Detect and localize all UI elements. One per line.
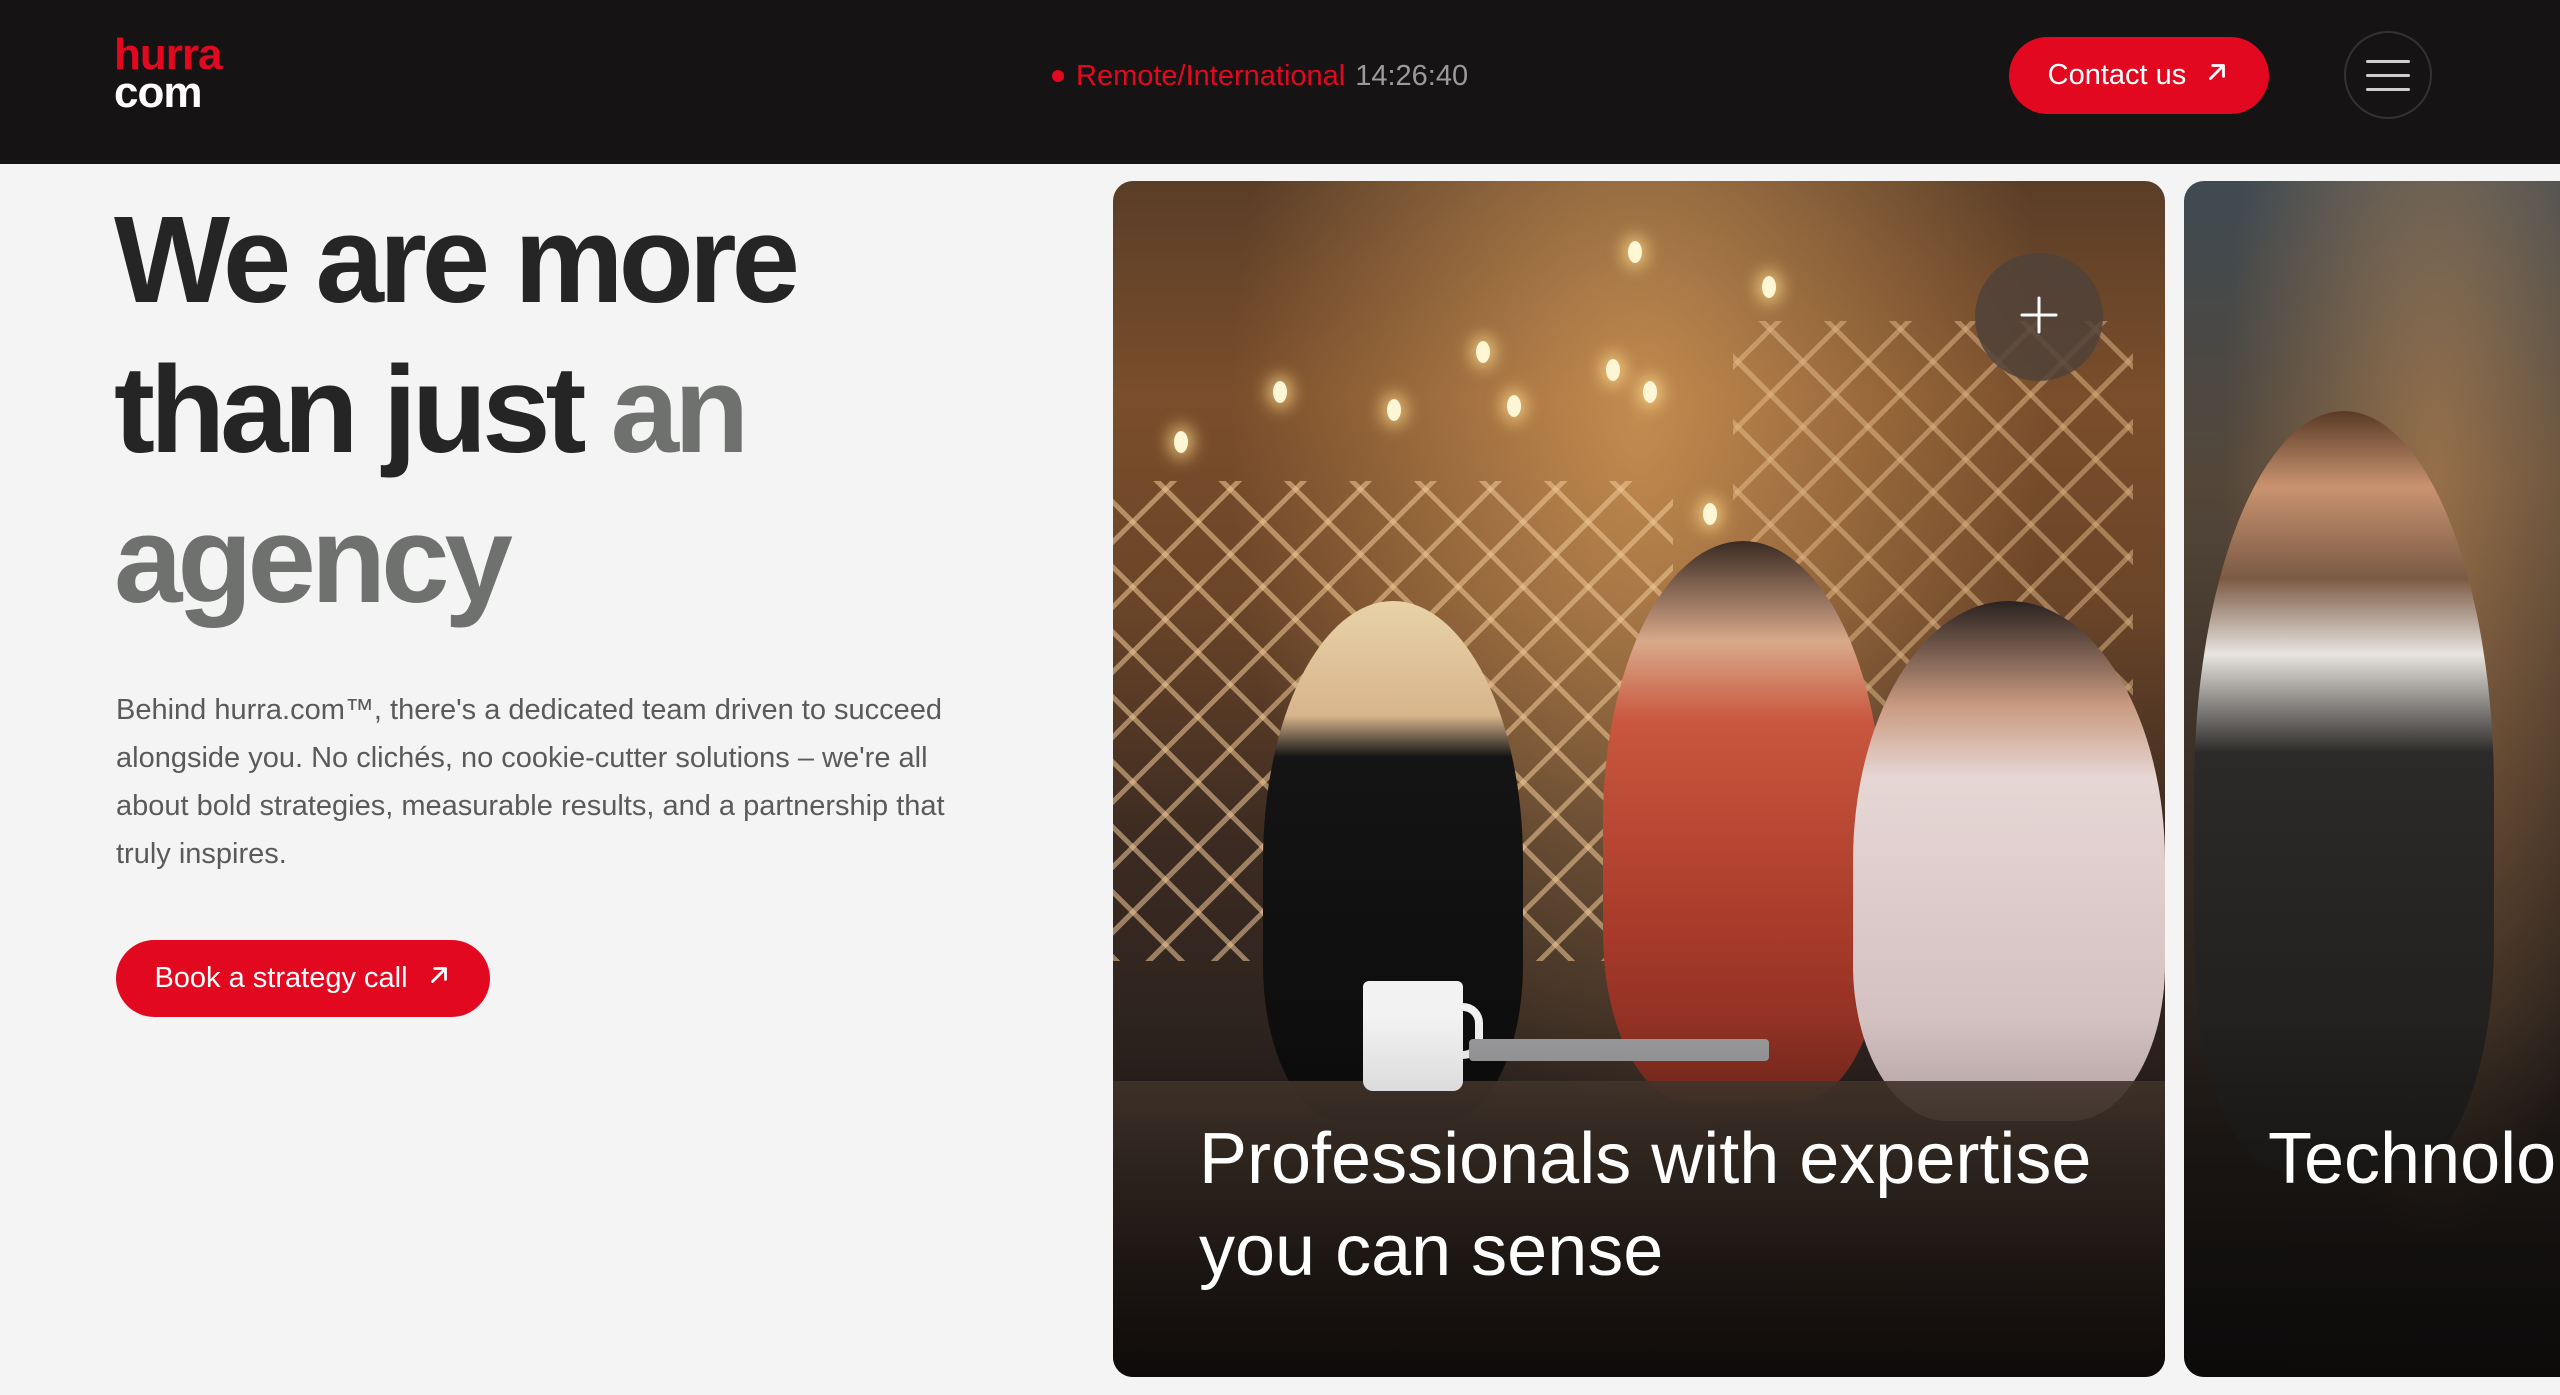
contact-us-label: Contact us xyxy=(2047,59,2187,91)
contact-us-button[interactable]: Contact us xyxy=(2009,37,2269,114)
team-card-technology[interactable]: Technolo you xyxy=(2184,181,2560,1377)
hurra-logo[interactable]: hurra com xyxy=(114,33,264,120)
status-dot-icon xyxy=(1052,70,1064,82)
card-title: Technolo you xyxy=(2268,1119,2560,1199)
plus-icon xyxy=(2018,294,2060,341)
cta-label: Book a strategy call xyxy=(154,962,408,994)
hamburger-icon xyxy=(2366,59,2410,63)
arrow-up-right-icon xyxy=(426,962,452,996)
location-clock: Remote/International 14:26:40 xyxy=(1052,58,1468,94)
arrow-up-right-icon xyxy=(2204,59,2230,93)
expand-card-button[interactable] xyxy=(1975,253,2103,381)
clock-time: 14:26:40 xyxy=(1355,59,1469,92)
location-label: Remote/International xyxy=(1076,59,1346,92)
book-strategy-call-button[interactable]: Book a strategy call xyxy=(116,940,490,1017)
hero-headline: We are more than just an agency xyxy=(114,186,1014,636)
logo-text-bottom: com xyxy=(114,68,202,117)
card-title: Professionals with expertise you can sen… xyxy=(1199,1119,2092,1291)
site-header: hurra com Remote/International 14:26:40 … xyxy=(0,0,2560,164)
hero-description: Behind hurra.com™, there's a dedicated t… xyxy=(116,694,945,870)
team-card-professionals[interactable]: Professionals with expertise you can sen… xyxy=(1113,181,2165,1377)
menu-button[interactable] xyxy=(2344,31,2432,119)
